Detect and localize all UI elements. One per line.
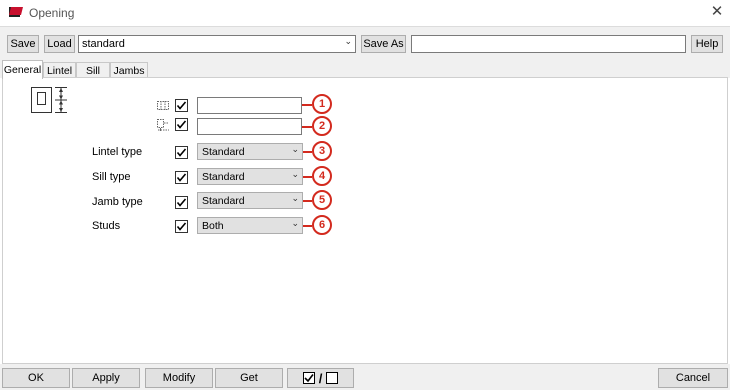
checked-box-icon xyxy=(302,372,315,384)
cancel-button[interactable]: Cancel xyxy=(658,368,728,388)
callout-leader-6 xyxy=(303,225,312,227)
save-button[interactable]: Save xyxy=(7,35,39,53)
modify-button[interactable]: Modify xyxy=(145,368,213,388)
app-logo-icon xyxy=(9,6,23,18)
window-title: Opening xyxy=(29,6,75,20)
save-as-name-input[interactable] xyxy=(411,35,686,53)
lintel-type-checkbox[interactable] xyxy=(175,146,188,159)
tab-sill[interactable]: Sill xyxy=(76,62,110,78)
tab-general[interactable]: General xyxy=(2,60,43,79)
jamb-type-value: Standard xyxy=(202,194,245,207)
callout-marker-1: 1 xyxy=(312,94,332,114)
row1-value-input[interactable] xyxy=(197,97,302,114)
apply-button[interactable]: Apply xyxy=(72,368,140,388)
bottom-bar: OK Apply Modify Get / Cancel xyxy=(0,364,730,390)
callout-marker-5: 5 xyxy=(312,190,332,210)
studs-value: Both xyxy=(202,219,224,232)
chevron-down-icon: ⌄ xyxy=(291,169,299,179)
sill-type-value: Standard xyxy=(202,170,245,183)
opening-illustration-icon xyxy=(30,86,70,114)
chevron-down-icon: ⌄ xyxy=(291,218,299,228)
callout-leader-5 xyxy=(303,200,312,202)
chevron-down-icon: ⌄ xyxy=(291,193,299,203)
chevron-down-icon: ⌄ xyxy=(344,36,352,46)
toggle-separator: / xyxy=(318,370,323,386)
callout-leader-3 xyxy=(303,151,312,153)
callout-marker-3: 3 xyxy=(312,141,332,161)
callout-marker-6: 6 xyxy=(312,215,332,235)
studs-label: Studs xyxy=(92,220,121,232)
studs-select[interactable]: Both ⌄ xyxy=(197,217,303,234)
studs-checkbox[interactable] xyxy=(175,220,188,233)
ok-button[interactable]: OK xyxy=(2,368,70,388)
callout-leader-4 xyxy=(303,176,312,178)
callout-leader-1 xyxy=(302,104,312,106)
callout-marker-4: 4 xyxy=(312,166,332,186)
sill-type-label: Sill type xyxy=(92,171,131,183)
row1-checkbox[interactable] xyxy=(175,99,188,112)
toolbar: Save Load standard ⌄ Save As Help xyxy=(0,26,730,62)
title-bar: Opening ✕ xyxy=(0,0,730,26)
preset-value: standard xyxy=(82,38,125,50)
lintel-type-select[interactable]: Standard ⌄ xyxy=(197,143,303,160)
sill-type-checkbox[interactable] xyxy=(175,171,188,184)
save-as-button[interactable]: Save As xyxy=(361,35,406,53)
callout-marker-2: 2 xyxy=(312,116,332,136)
height-dimension-icon xyxy=(156,118,170,132)
sill-type-select[interactable]: Standard ⌄ xyxy=(197,168,303,185)
preset-combo[interactable]: standard ⌄ xyxy=(78,35,356,53)
help-button[interactable]: Help xyxy=(691,35,723,53)
get-button[interactable]: Get xyxy=(215,368,283,388)
toggle-all-checkboxes-button[interactable]: / xyxy=(287,368,354,388)
row2-value-input[interactable] xyxy=(197,118,302,135)
lintel-type-label: Lintel type xyxy=(92,146,143,158)
load-button[interactable]: Load xyxy=(44,35,75,53)
width-dimension-icon xyxy=(156,99,170,111)
jamb-type-label: Jamb type xyxy=(92,196,143,208)
lintel-type-value: Standard xyxy=(202,145,245,158)
tab-jambs[interactable]: Jambs xyxy=(110,62,148,78)
tab-lintel[interactable]: Lintel xyxy=(43,62,76,78)
callout-leader-2 xyxy=(302,126,312,128)
chevron-down-icon: ⌄ xyxy=(291,144,299,154)
jamb-type-select[interactable]: Standard ⌄ xyxy=(197,192,303,209)
unchecked-box-icon xyxy=(326,372,339,384)
jamb-type-checkbox[interactable] xyxy=(175,196,188,209)
tab-strip: General Lintel Sill Jambs xyxy=(0,60,730,79)
close-icon[interactable]: ✕ xyxy=(708,3,726,21)
row2-checkbox[interactable] xyxy=(175,118,188,131)
